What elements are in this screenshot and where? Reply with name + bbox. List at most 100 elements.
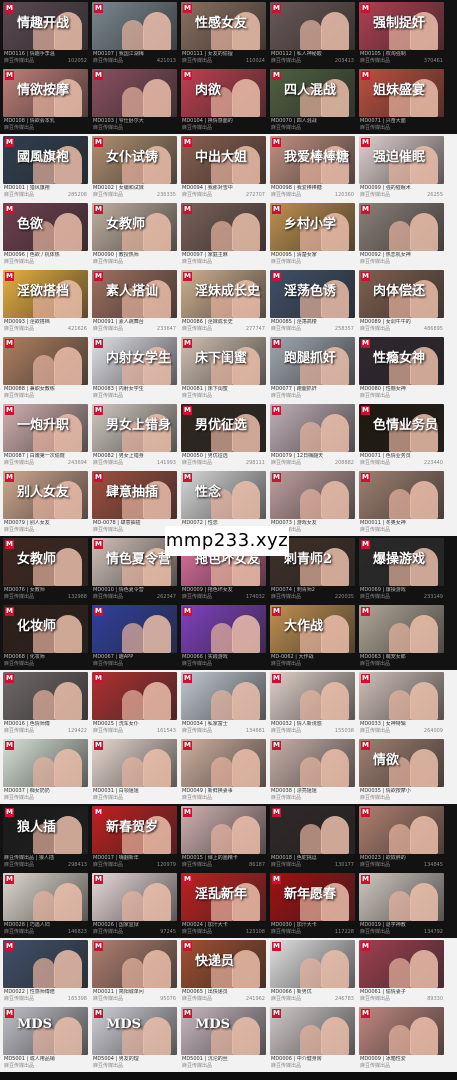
video-thumbnail[interactable]: M 女仆试铸	[92, 136, 177, 184]
video-title[interactable]: MD0116 | 情趣手李温	[4, 51, 87, 58]
video-thumbnail[interactable]: M 姐妹盛宴	[359, 69, 444, 117]
video-thumbnail[interactable]: M 狼人插	[3, 806, 88, 854]
video-title[interactable]: MD0093 | 淫欲搭档	[4, 319, 87, 326]
video-title[interactable]: MD0030 | 加汁大卡	[271, 922, 354, 929]
video-card[interactable]: M 跑腿抓奸 MD0077 | 跑腿抓奸 麻豆传媒出品	[270, 337, 355, 401]
video-title[interactable]: MD0022 | 性感师傅陪	[4, 989, 87, 996]
video-card[interactable]: M 四人混战 MD0070 | 四人混战 麻豆传媒出品	[270, 69, 355, 133]
video-thumbnail[interactable]: M 强制捉奸	[359, 2, 444, 50]
video-thumbnail[interactable]: M 内射女学生	[92, 337, 177, 385]
video-card[interactable]: M MD0112 | 私人神秘酸 麻豆传媒出品 203413	[270, 2, 355, 66]
video-thumbnail[interactable]: M	[359, 605, 444, 653]
video-title[interactable]: MD0077 | 跑腿抓奸	[271, 386, 354, 393]
video-thumbnail[interactable]: M 素人搭讪	[92, 270, 177, 318]
video-thumbnail[interactable]: M	[270, 2, 355, 50]
video-card[interactable]: M MD0097 | 家庭主麻 麻豆传媒出品	[181, 203, 266, 267]
video-card[interactable]: M 女教师 MD0076 | 女教师 麻豆传媒出品 132988	[3, 538, 88, 602]
video-thumbnail[interactable]: M 中出大姐	[181, 136, 266, 184]
video-thumbnail[interactable]: M 四人混战	[270, 69, 355, 117]
video-card[interactable]: M 情欲 MD0035 | 情欲按摩小 麻豆传媒出品	[359, 739, 444, 803]
video-title[interactable]: MD0033 | 女神特辑	[360, 721, 443, 728]
video-card[interactable]: M MDS MD5004 | 男友的理 麻豆传媒出品	[92, 1007, 177, 1071]
video-card[interactable]: M MD0103 | 爷仕卧尔大 麻豆传媒出品	[92, 69, 177, 133]
video-title[interactable]: MD0082 | 男女上错身	[93, 453, 176, 460]
video-thumbnail[interactable]: M 快递员	[181, 940, 266, 988]
video-card[interactable]: M MD0015 | 婶上的画精卡 麻豆传媒出品 86187	[181, 806, 266, 870]
video-thumbnail[interactable]: M	[181, 203, 266, 251]
video-thumbnail[interactable]: M	[359, 940, 444, 988]
video-thumbnail[interactable]: M 床下闺蜜	[181, 337, 266, 385]
video-card[interactable]: M MD0028 | 巧遇人妇 麻豆传媒出品 146823	[3, 873, 88, 937]
video-card[interactable]: M MD0034 | 私家富士 麻豆传媒出品 134681	[181, 672, 266, 736]
video-card[interactable]: M 女教师 MD0090 | 教授热师 麻豆传媒出品	[92, 203, 177, 267]
video-card[interactable]: M MD0063 | 萌宠女郎 麻豆传媒出品	[359, 605, 444, 669]
video-card[interactable]: M 女仆试铸 MD0102 | 女编和试妹 麻豆传媒出品 236335	[92, 136, 177, 200]
video-thumbnail[interactable]: M 情趣开战	[3, 2, 88, 50]
video-thumbnail[interactable]: M 新春贺岁	[92, 806, 177, 854]
video-thumbnail[interactable]: M 肆意抽插	[92, 471, 177, 519]
video-thumbnail[interactable]: M	[92, 940, 177, 988]
video-card[interactable]: M 新春贺岁 MD0017 | 嗨翻新年 麻豆传媒出品 120979	[92, 806, 177, 870]
video-card[interactable]: M MD0092 | 热恋机女神 麻豆传媒出品	[359, 203, 444, 267]
video-title[interactable]: MD5001 | 成人用品销	[4, 1056, 87, 1063]
video-thumbnail[interactable]: M	[270, 404, 355, 452]
video-title[interactable]: MD0011 | 冬奥女神	[360, 520, 443, 527]
video-card[interactable]: M 爆操游戏 MD0069 | 爆操游戏 麻豆传媒出品 233149	[359, 538, 444, 602]
video-thumbnail[interactable]: M 肉欲	[181, 69, 266, 117]
video-card[interactable]: M 淫妹成长史 MD0086 | 淫妹成长史 麻豆传媒出品 277747	[181, 270, 266, 334]
video-title[interactable]: MD0065 | 出快递员	[182, 989, 265, 996]
video-thumbnail[interactable]: M	[270, 672, 355, 720]
video-thumbnail[interactable]: M 色情业务员	[359, 404, 444, 452]
video-thumbnail[interactable]: M	[270, 940, 355, 988]
video-card[interactable]: M 色欲 MD0096 | 色欲 / 机体热 麻豆传媒出品	[3, 203, 88, 267]
video-thumbnail[interactable]: M	[3, 337, 88, 385]
video-thumbnail[interactable]: M 女教师	[3, 538, 88, 586]
video-card[interactable]: M MD0088 | 兼职女教练 麻豆传媒出品	[3, 337, 88, 401]
video-title[interactable]: MD0037 | 痴女奶奶	[4, 788, 87, 795]
video-thumbnail[interactable]: M 男优征选	[181, 404, 266, 452]
video-title[interactable]: MD0111 | 女友的偷擅	[182, 51, 265, 58]
video-title[interactable]: MD0009 | 拖色坏女友	[182, 587, 265, 594]
video-thumbnail[interactable]: M	[181, 605, 266, 653]
video-card[interactable]: M 一炮升职 MD0087 | 白嫩第一次偷窥 麻豆传媒出品 243694	[3, 404, 88, 468]
video-title[interactable]: MD0095 | 清楚女家	[271, 252, 354, 259]
video-thumbnail[interactable]: M 淫荡色诱	[270, 270, 355, 318]
video-card[interactable]: M 强迫催眠 MD0099 | 强的催眠术 麻豆传媒出品 26255	[359, 136, 444, 200]
video-thumbnail[interactable]: M 淫乱新年	[181, 873, 266, 921]
video-card[interactable]: M MD0009 | 冰箱性爱 麻豆传媒出品	[359, 1007, 444, 1071]
video-title[interactable]: MD0061 | 偷情妻子	[360, 989, 443, 996]
video-title[interactable]: MD0017 | 嗨翻新年	[93, 855, 176, 862]
video-card[interactable]: M MD0006 | 中介健身房 麻豆传媒出品	[270, 1007, 355, 1071]
video-card[interactable]: M MD0066 | 新男优 麻豆传媒出品 246783	[270, 940, 355, 1004]
video-title[interactable]: MD0079 | 别人女友	[4, 520, 87, 527]
video-title[interactable]: MD0079 | 12日嗨翻天	[271, 453, 354, 460]
video-card[interactable]: M 情欲按摩 MD0108 | 情欲会本乳 麻豆传媒出品	[3, 69, 88, 133]
video-card[interactable]: M MD0023 | 欲奴胖的 麻豆传媒出品 134845	[359, 806, 444, 870]
video-title[interactable]: MD0083 | 内射女学生	[93, 386, 176, 393]
video-card[interactable]: M 化妆师 MD0068 | 化妆师 麻豆传媒出品	[3, 605, 88, 669]
video-title[interactable]: MD0112 | 私人神秘酸	[271, 51, 354, 58]
video-title[interactable]: MD0021 | 简阳城单问	[93, 989, 176, 996]
video-thumbnail[interactable]: M 情欲	[359, 739, 444, 787]
video-title[interactable]: MD0063 | 萌宠女郎	[360, 654, 443, 661]
video-title[interactable]: MD0028 | 巧遇人妇	[4, 922, 87, 929]
video-card[interactable]: M 性瘾女神 MD0080 | 性瘾女神 麻豆传媒出品	[359, 337, 444, 401]
video-title[interactable]: MD0089 | 女调牛牛的	[360, 319, 443, 326]
video-card[interactable]: M 淫欲搭档 MD0093 | 淫欲搭档 麻豆传媒出品 421626	[3, 270, 88, 334]
video-thumbnail[interactable]: M MDS	[92, 1007, 177, 1055]
video-card[interactable]: M 大作战 MD-0062 | 大作战 麻豆传媒出品	[270, 605, 355, 669]
video-card[interactable]: M MD0021 | 简阳城单问 麻豆传媒出品 95076	[92, 940, 177, 1004]
video-title[interactable]: MD0067 | 趣APP	[93, 654, 176, 661]
video-card[interactable]: M 别人女友 MD0079 | 别人女友 麻豆传媒出品	[3, 471, 88, 535]
video-card[interactable]: M 男女上错身 MD0082 | 男女上错身 麻豆传媒出品 141993	[92, 404, 177, 468]
video-card[interactable]: M 快递员 MD0065 | 出快递员 麻豆传媒出品 241962	[181, 940, 266, 1004]
video-card[interactable]: M 色情业务员 MD0071 | 色情业务员 麻豆传媒出品 223440	[359, 404, 444, 468]
video-title[interactable]: MD-0062 | 大作战	[271, 654, 354, 661]
video-thumbnail[interactable]: M	[359, 873, 444, 921]
video-thumbnail[interactable]: M MDS	[3, 1007, 88, 1055]
video-card[interactable]: M MD0032 | 情人新诱惑 麻豆传媒出品 155038	[270, 672, 355, 736]
video-card[interactable]: M MDS MD5001 | 成人用品销 麻豆传媒出品	[3, 1007, 88, 1071]
video-title[interactable]: MD0097 | 家庭主麻	[182, 252, 265, 259]
video-card[interactable]: M MD0049 | 新鲜换妻事 麻豆传媒出品	[181, 739, 266, 803]
video-card[interactable]: M MD0079 | 12日嗨翻天 麻豆传媒出品 208882	[270, 404, 355, 468]
